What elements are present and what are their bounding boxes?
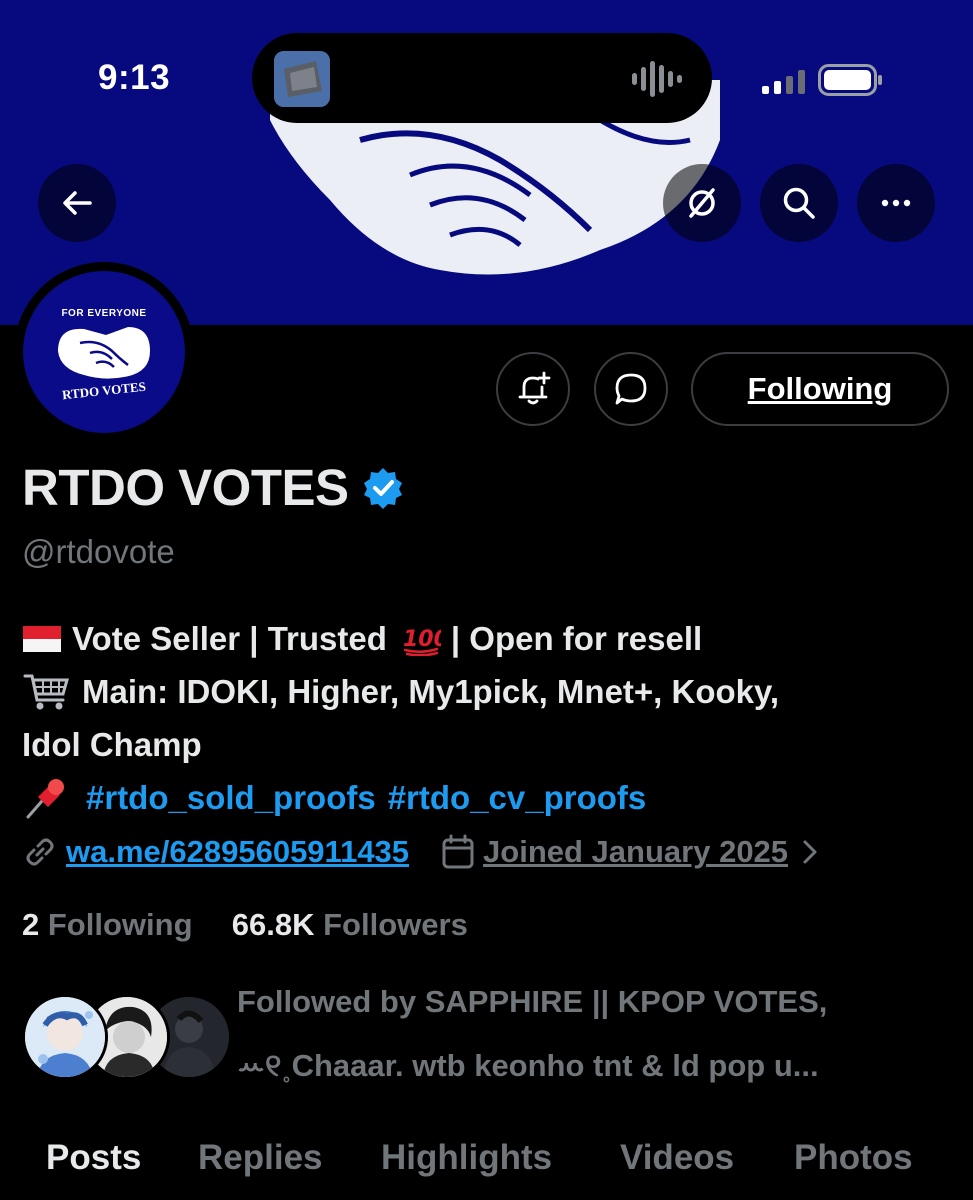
profile-tabs: Posts Replies Highlights Videos Photos — [0, 1130, 973, 1200]
profile-joined-date[interactable]: Joined January 2025 — [483, 834, 788, 870]
followers-label: Followers — [323, 907, 468, 942]
more-icon — [881, 199, 911, 207]
cellular-signal-icon — [762, 70, 805, 94]
link-icon — [26, 838, 54, 866]
chevron-right-icon[interactable] — [800, 837, 820, 867]
tab-highlights[interactable]: Highlights — [381, 1138, 552, 1178]
search-button[interactable] — [760, 164, 838, 242]
notifications-button[interactable] — [496, 352, 570, 426]
tab-posts[interactable]: Posts — [46, 1138, 141, 1178]
profile-stats: 2 Following 66.8K Followers — [22, 907, 468, 943]
following-count: 2 — [22, 907, 40, 942]
following-stat[interactable]: 2 Following — [22, 907, 193, 942]
grok-icon — [689, 188, 715, 218]
message-button[interactable] — [594, 352, 668, 426]
follower-avatar-1 — [22, 994, 108, 1080]
hashtag-sold-proofs[interactable]: #rtdo_sold_proofs — [86, 771, 376, 824]
profile-handle: @rtdovote — [22, 533, 175, 570]
bio-line-1: Vote Seller | Trusted — [72, 620, 387, 657]
following-button[interactable]: Following — [691, 352, 949, 426]
avatar-top-text: FOR EVERYONE — [61, 308, 147, 319]
profile-meta: wa.me/62895605911435 Joined January 2025 — [22, 834, 820, 870]
back-button[interactable] — [38, 164, 116, 242]
hashtag-cv-proofs[interactable]: #rtdo_cv_proofs — [388, 771, 647, 824]
followers-count: 66.8K — [231, 907, 315, 942]
verified-badge-icon[interactable] — [361, 466, 405, 510]
display-name-text: RTDO VOTES — [22, 459, 349, 516]
indonesia-flag-icon — [22, 619, 62, 659]
profile-display-name: RTDO VOTES — [22, 458, 405, 517]
back-arrow-icon — [63, 191, 92, 215]
tab-videos[interactable]: Videos — [620, 1138, 734, 1178]
profile-website-link[interactable]: wa.me/62895605911435 — [66, 834, 409, 870]
calendar-icon — [442, 834, 474, 869]
shopping-cart-icon — [22, 672, 72, 712]
profile-avatar[interactable]: FOR EVERYONE RTDO VOTES — [14, 262, 194, 442]
followed-by-line-2: ꕀ୧˳Chaaar. wtb keonho tnt & ld pop u... — [237, 1048, 819, 1083]
dynamic-island[interactable] — [252, 33, 712, 123]
now-playing-artwork — [274, 51, 330, 107]
more-button[interactable] — [857, 164, 935, 242]
followed-by-avatars[interactable] — [22, 990, 232, 1080]
pushpin-icon — [22, 778, 70, 818]
audio-wave-icon — [632, 61, 682, 97]
status-time: 9:13 — [98, 58, 171, 97]
bell-plus-icon — [518, 371, 551, 405]
tab-photos[interactable]: Photos — [794, 1138, 913, 1178]
avatar-handshake-icon — [58, 327, 150, 379]
avatar-image: FOR EVERYONE RTDO VOTES — [23, 271, 185, 433]
followed-by-line-1: Followed by SAPPHIRE || KPOP VOTES, — [237, 984, 828, 1019]
bio-line-3: Idol Champ — [22, 726, 202, 763]
tab-replies[interactable]: Replies — [198, 1138, 323, 1178]
hundred-points-icon: 100 — [401, 619, 441, 659]
status-bar: 9:13 — [0, 0, 973, 123]
bio-line-2: Main: IDOKI, Higher, My1pick, Mnet+, Koo… — [82, 673, 780, 710]
grok-button[interactable] — [663, 164, 741, 242]
battery-icon — [818, 64, 882, 96]
search-icon — [783, 187, 815, 219]
followed-by-text[interactable]: Followed by SAPPHIRE || KPOP VOTES, ꕀ୧˳C… — [237, 970, 957, 1098]
bio-line-1-end: | Open for resell — [450, 620, 703, 657]
profile-bio: Vote Seller | Trusted 100 | Open for res… — [22, 612, 962, 824]
following-label: Following — [47, 907, 193, 942]
followers-stat[interactable]: 66.8K Followers — [232, 907, 468, 942]
message-icon — [615, 373, 647, 405]
